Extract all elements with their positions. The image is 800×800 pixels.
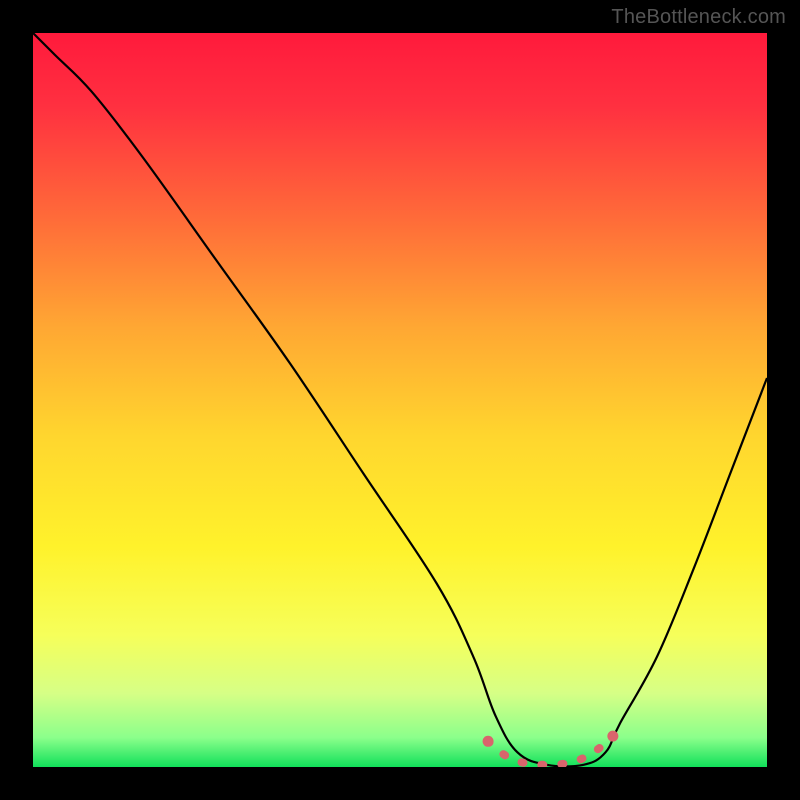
trough-end-dot: [607, 731, 618, 742]
chart-svg: [33, 33, 767, 767]
plot-area: [33, 33, 767, 767]
trough-end-dot: [483, 736, 494, 747]
watermark-text: TheBottleneck.com: [611, 6, 786, 29]
chart-container: TheBottleneck.com: [0, 0, 800, 800]
